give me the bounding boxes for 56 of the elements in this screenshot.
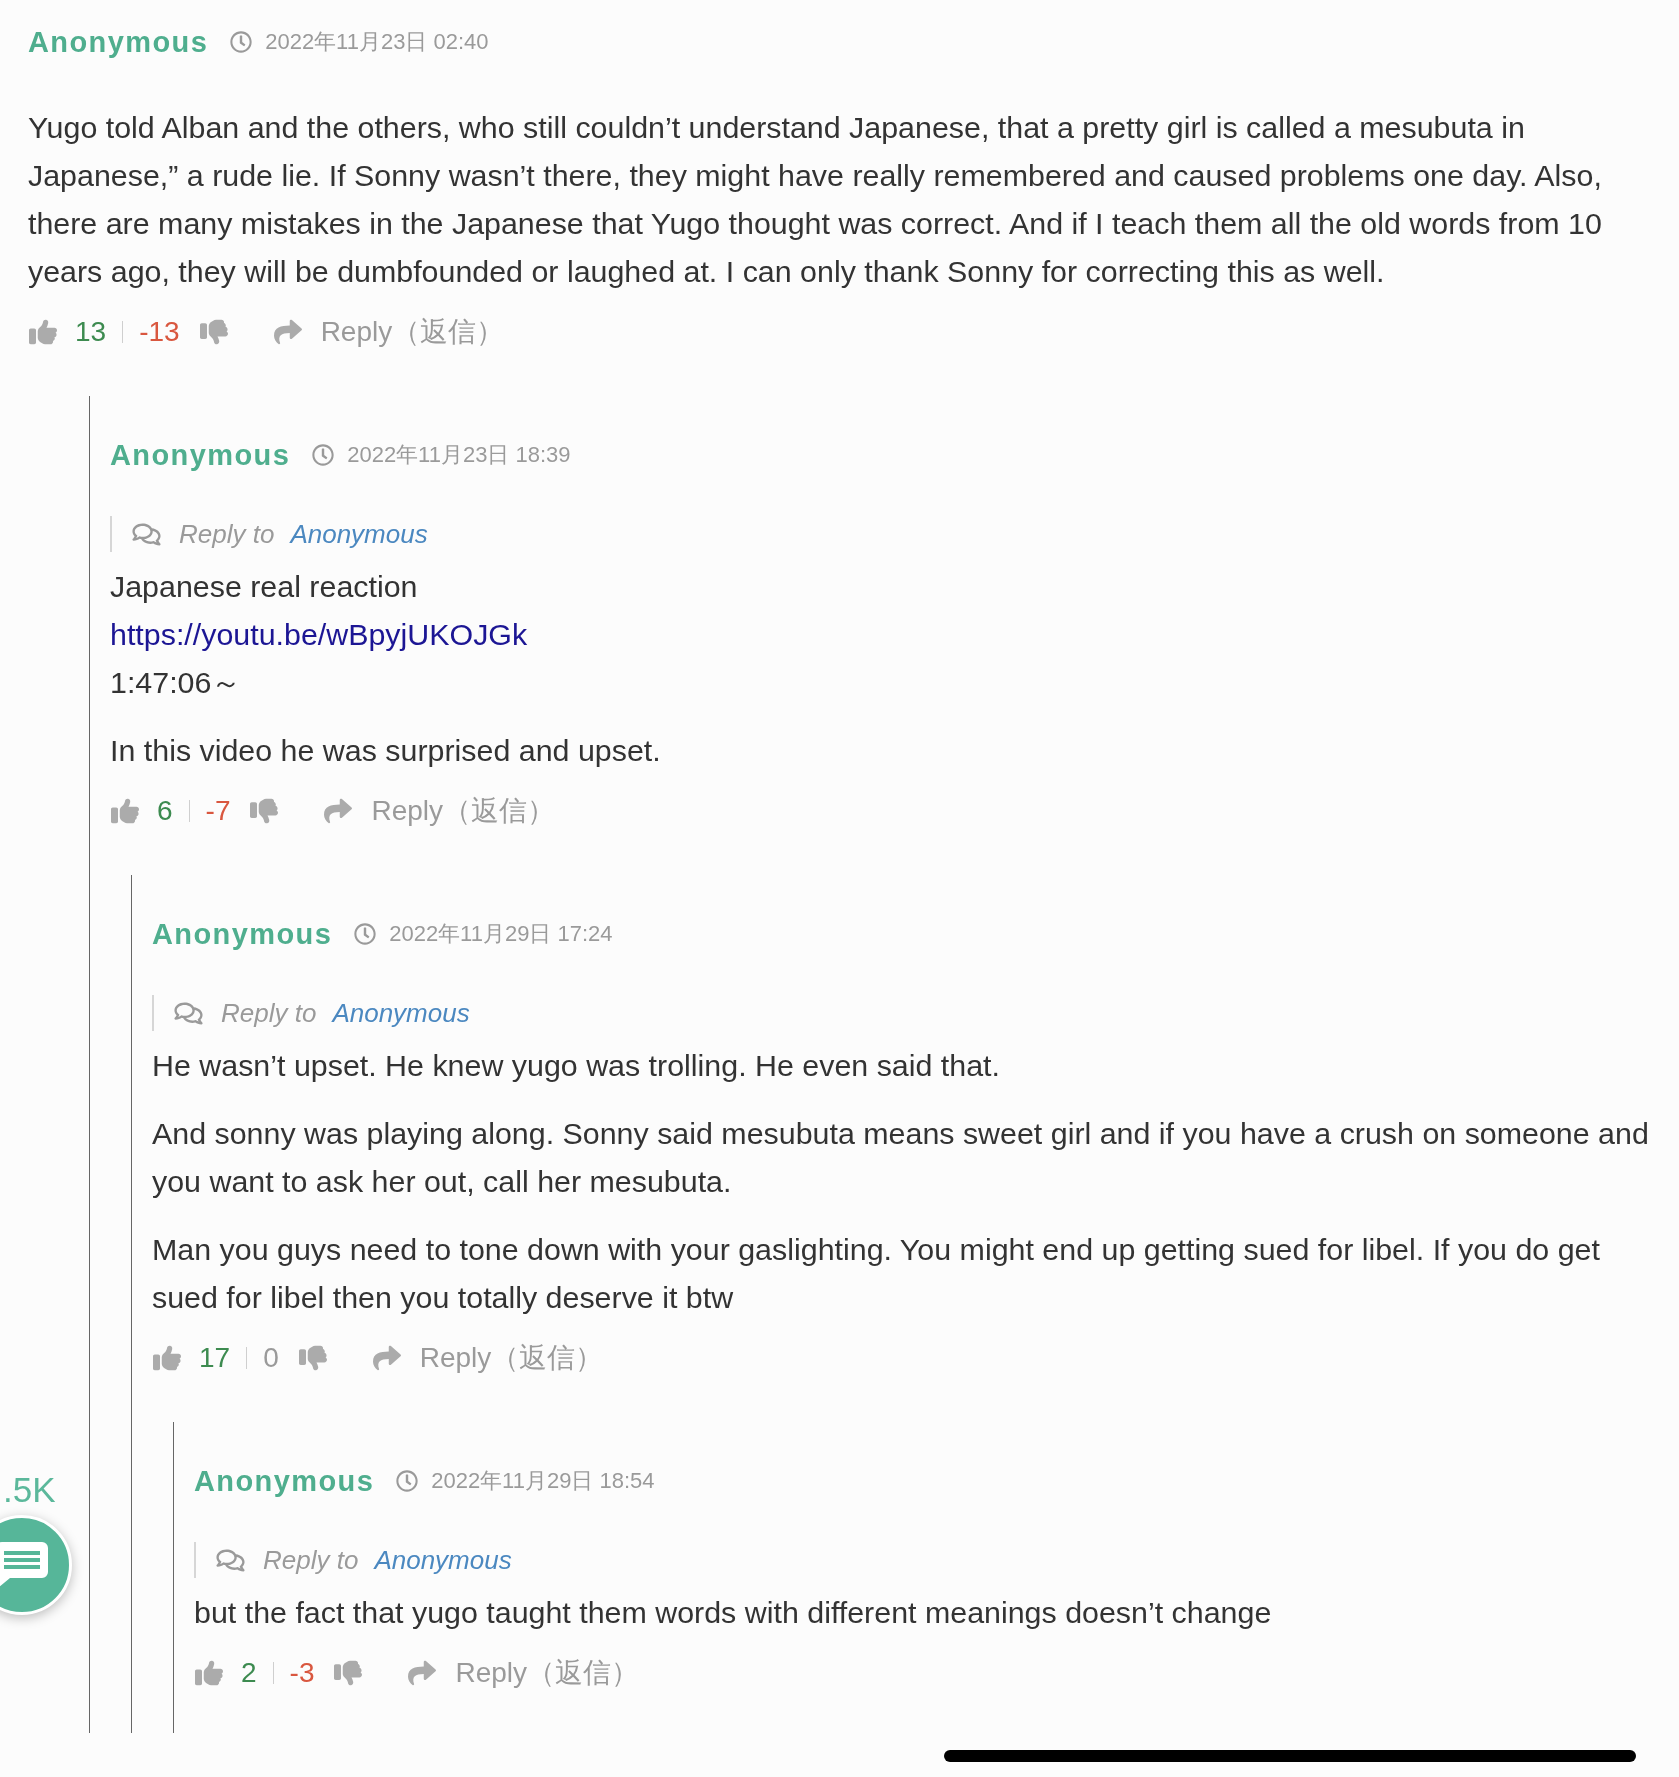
like-count: 6 xyxy=(157,795,173,827)
curved-arrow-icon[interactable] xyxy=(271,318,304,346)
thumbs-down-icon[interactable] xyxy=(198,318,229,346)
comment-date: 2022年11月29日 17:24 xyxy=(389,920,613,948)
dislike-count: -13 xyxy=(139,316,180,348)
comment-count: .5K xyxy=(3,1470,56,1510)
reply-button[interactable]: Reply（返信） xyxy=(371,792,556,830)
like-count: 17 xyxy=(199,1342,231,1374)
comment-text: In this video he was surprised and upset. xyxy=(110,732,661,769)
reply-button[interactable]: Reply（返信） xyxy=(419,1339,604,1377)
reply-to-label: Reply to xyxy=(179,518,275,550)
curved-arrow-icon[interactable] xyxy=(370,1344,403,1372)
curved-arrow-icon[interactable] xyxy=(322,797,355,825)
comment-text: 1:47:06～ xyxy=(110,664,242,701)
video-link[interactable]: https://youtu.be/wBpyjUKOJGk xyxy=(110,610,528,658)
clock-icon xyxy=(312,444,335,466)
speech-bubbles-icon xyxy=(174,1000,203,1026)
speech-bubbles-icon xyxy=(132,521,161,547)
author-name: Anonymous xyxy=(152,917,333,951)
comment-date: 2022年11月29日 18:54 xyxy=(431,1467,655,1495)
speech-bubbles-icon xyxy=(216,1547,245,1573)
like-count: 2 xyxy=(241,1657,257,1689)
comment-text: Man you guys need to tone down with your gaslighting. You might end up getting sued for libel. If you do get sued for libel then you totally deserve it btw xyxy=(152,1231,1601,1316)
author-name: Anonymous xyxy=(28,25,209,59)
reply-button[interactable]: Reply（返信） xyxy=(455,1654,640,1692)
thumbs-up-icon[interactable] xyxy=(110,797,140,825)
reply-to-author-link[interactable]: Anonymous xyxy=(290,518,428,550)
thumbs-up-icon[interactable] xyxy=(28,318,58,346)
comment-text: but the fact that yugo taught them words with different meanings doesn’t change xyxy=(194,1594,1272,1631)
reply-to-author-link[interactable]: Anonymous xyxy=(374,1544,512,1576)
thumbs-down-icon[interactable] xyxy=(297,1344,328,1372)
comment-date: 2022年11月23日 02:40 xyxy=(265,28,489,56)
comment-text: Yugo told Alban and the others, who still couldn’t understand Japanese, that a pretty girl is called a mesubuta in Japanese,” a rude lie. If Sonny wasn’t there, they might have really remembered and caused problems one day. Also, there are many mistakes in the Japanese that Yugo thought was correct. And if I teach them all the old words from 10 years ago, they will be dumbfounded or laughed at. I can only thank Sonny for correcting this as well. xyxy=(28,109,1603,290)
like-count: 13 xyxy=(75,316,107,348)
reply-to-author-link[interactable]: Anonymous xyxy=(332,997,470,1029)
thumbs-down-icon[interactable] xyxy=(249,797,280,825)
comments-button[interactable] xyxy=(0,1515,72,1615)
dislike-count: 0 xyxy=(263,1342,279,1374)
thumbs-down-icon[interactable] xyxy=(333,1659,364,1687)
clock-icon xyxy=(354,923,377,945)
comment-text: And sonny was playing along. Sonny said mesubuta means sweet girl and if you have a crush on someone and you want to ask her out, call her mesubuta. xyxy=(152,1115,1650,1200)
thumbs-up-icon[interactable] xyxy=(194,1659,224,1687)
comment-text: He wasn’t upset. He knew yugo was trolling. He even said that. xyxy=(152,1047,1000,1084)
clock-icon xyxy=(230,31,253,53)
dislike-count: -7 xyxy=(205,795,231,827)
clock-icon xyxy=(396,1470,419,1492)
curved-arrow-icon[interactable] xyxy=(406,1659,439,1687)
reply-button[interactable]: Reply（返信） xyxy=(320,313,505,351)
thumbs-up-icon[interactable] xyxy=(152,1344,182,1372)
author-name: Anonymous xyxy=(194,1464,375,1498)
comment-date: 2022年11月23日 18:39 xyxy=(347,441,571,469)
reply-to-label: Reply to xyxy=(221,997,317,1029)
reply-to-label: Reply to xyxy=(263,1544,359,1576)
dislike-count: -3 xyxy=(289,1657,315,1689)
comment-text: Japanese real reaction xyxy=(110,568,418,605)
author-name: Anonymous xyxy=(110,438,291,472)
